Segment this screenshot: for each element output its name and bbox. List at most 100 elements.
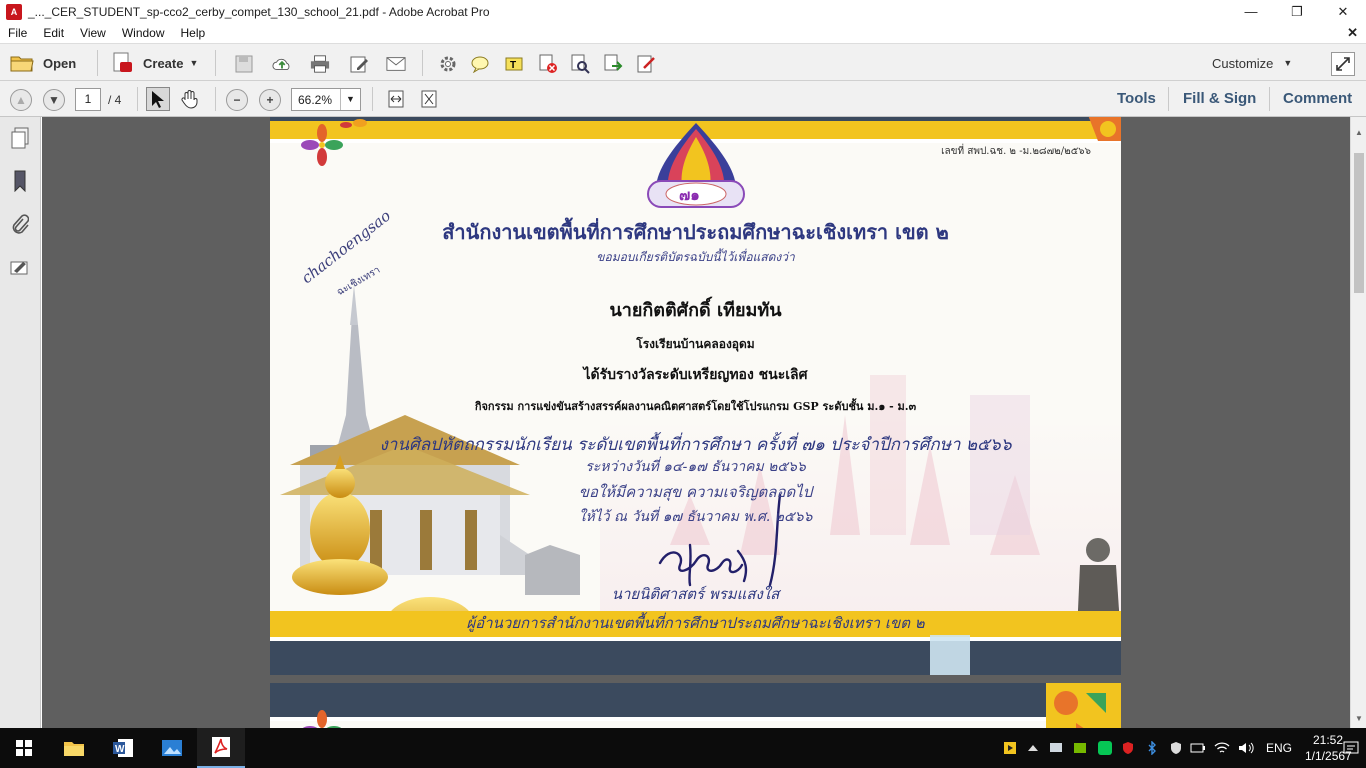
cloud-upload-icon[interactable] [272,54,292,74]
signer-name: นายนิติศาสตร์ พรมแสงใส [611,585,780,603]
windows-logo-icon [16,740,32,756]
save-icon[interactable] [234,54,254,74]
main-toolbar: Open Create ▼ T Customize ▼ [0,43,1366,81]
taskbar-photos[interactable] [148,728,196,768]
next-certificate-page [270,683,1121,728]
windows-taskbar: W ENG 21:52 1/1/2567 [0,728,1366,768]
school-name: โรงเรียนบ้านคลองอุดม [636,337,755,351]
vertical-scrollbar[interactable]: ▲ ▼ [1350,117,1366,728]
highlight-icon[interactable]: T [504,54,524,74]
tray-screen-icon[interactable] [1048,740,1064,756]
gear-icon[interactable] [438,54,458,74]
activity-text: กิจกรรม การแข่งขันสร้างสรรค์ผลงานคณิตศาส… [474,400,917,413]
zoom-level-select[interactable]: 66.2% ▼ [291,88,361,111]
menu-window[interactable]: Window [114,26,173,40]
tray-security-icon[interactable] [1120,740,1136,756]
taskbar-acrobat[interactable] [197,728,245,768]
window-title: _..._CER_STUDENT_sp-cco2_cerby_compet_13… [28,4,490,19]
tray-media-icon[interactable] [1002,740,1018,756]
next-page-button[interactable]: ▼ [43,89,65,111]
certificate-subtitle: ขอมอบเกียรติบัตรฉบับนี้ไว้เพื่อแสดงว่า [596,250,795,264]
redact-icon[interactable] [538,54,558,74]
taskbar-file-explorer[interactable] [50,728,98,768]
create-pdf-icon [113,52,132,72]
photos-icon [162,740,182,756]
previous-page-button[interactable]: ▲ [10,89,32,111]
tools-panel-button[interactable]: Tools [1117,90,1156,107]
event-text: งานศิลปหัตถกรรมนักเรียน ระดับเขตพื้นที่ก… [379,435,1012,455]
edit-icon[interactable] [349,54,369,74]
sign-document-icon[interactable] [636,54,656,74]
arrow-up-icon: ▲ [15,93,27,107]
clock-time[interactable]: 21:52 [1313,733,1343,747]
tray-line-icon[interactable] [1097,740,1113,756]
email-icon[interactable] [386,54,406,74]
menu-help[interactable]: Help [173,26,214,40]
zoom-value: 66.2% [298,93,333,107]
volume-icon[interactable] [1238,740,1254,756]
attachments-icon[interactable] [9,213,31,237]
close-window-button[interactable]: ✕ [1320,0,1366,23]
folder-icon [10,56,34,72]
tray-app-icon[interactable] [1025,740,1041,756]
zoom-out-button[interactable]: − [226,89,248,111]
page-number-input[interactable]: 1 [75,88,101,111]
create-label: Create [143,55,184,71]
bookmarks-icon[interactable] [9,169,31,193]
toolbar-separator [422,50,423,76]
menu-file[interactable]: File [0,26,35,40]
notifications-icon[interactable] [1343,740,1359,756]
customize-button[interactable]: Customize ▼ [1212,52,1292,74]
minimize-button[interactable]: — [1228,0,1274,23]
navigation-pane [0,117,41,728]
bluetooth-icon[interactable] [1144,740,1160,756]
toolbar-separator [97,50,98,76]
menu-edit[interactable]: Edit [35,26,72,40]
scroll-down-icon[interactable]: ▼ [1351,711,1366,727]
certificate-org-title: สำนักงานเขตพื้นที่การศึกษาประถมศึกษาฉะเช… [442,220,949,244]
scrollbar-thumb[interactable] [1354,153,1364,293]
certificate-page: เลขที่ สพป.ฉช. ๒ -ม.๒๘๗๒/๒๕๖๖ ๗๑ chachoe… [270,117,1121,675]
given-date: ให้ไว้ ณ วันที่ ๑๗ ธันวาคม พ.ศ. ๒๕๖๖ [578,509,813,525]
tray-nvidia-icon[interactable] [1072,740,1088,756]
fit-width-icon[interactable] [386,89,406,109]
title-bar: A _..._CER_STUDENT_sp-cco2_cerby_compet_… [0,0,1366,23]
toolbar-separator [215,87,216,111]
hand-tool-icon[interactable] [180,89,200,109]
comment-bubble-icon[interactable] [470,54,490,74]
zoom-dropdown-icon: ▼ [340,89,360,110]
zoom-in-button[interactable]: + [259,89,281,111]
scroll-up-icon[interactable]: ▲ [1351,125,1366,141]
tray-shield-icon[interactable] [1168,740,1184,756]
open-button[interactable]: Open [10,52,76,74]
menu-bar: File Edit View Window Help ✕ [0,23,1366,43]
fill-sign-panel-button[interactable]: Fill & Sign [1183,90,1256,107]
wifi-icon[interactable] [1214,740,1230,756]
acrobat-window: A _..._CER_STUDENT_sp-cco2_cerby_compet_… [0,0,1366,768]
signer-position: ผู้อำนวยการสำนักงานเขตพื้นที่การศึกษาประ… [466,614,925,632]
fit-page-icon[interactable] [419,89,439,109]
document-viewport[interactable]: เลขที่ สพป.ฉช. ๒ -ม.๒๘๗๒/๒๕๖๖ ๗๑ chachoe… [42,117,1350,728]
open-label: Open [43,55,77,71]
export-icon[interactable] [603,54,623,74]
print-icon[interactable] [310,54,330,74]
signatures-icon[interactable] [9,256,31,280]
restore-button[interactable]: ❐ [1274,0,1320,23]
page-thumbnails-icon[interactable] [9,126,31,150]
input-language[interactable]: ENG [1266,741,1292,755]
start-button[interactable] [0,728,48,768]
acrobat-app-icon: A [6,3,22,20]
fullscreen-icon[interactable] [1331,52,1355,76]
select-tool-icon[interactable] [146,87,170,111]
comment-panel-button[interactable]: Comment [1283,90,1352,107]
taskbar-word[interactable]: W [99,728,147,768]
menu-view[interactable]: View [72,26,114,40]
search-document-icon[interactable] [570,54,590,74]
battery-icon[interactable] [1190,740,1206,756]
create-button[interactable]: Create ▼ [112,52,198,74]
toolbar-separator [1168,87,1169,111]
close-document-button[interactable]: ✕ [1347,25,1358,41]
word-icon: W [113,739,133,757]
toolbar-separator [1269,87,1270,111]
arrow-down-icon: ▼ [48,93,60,107]
